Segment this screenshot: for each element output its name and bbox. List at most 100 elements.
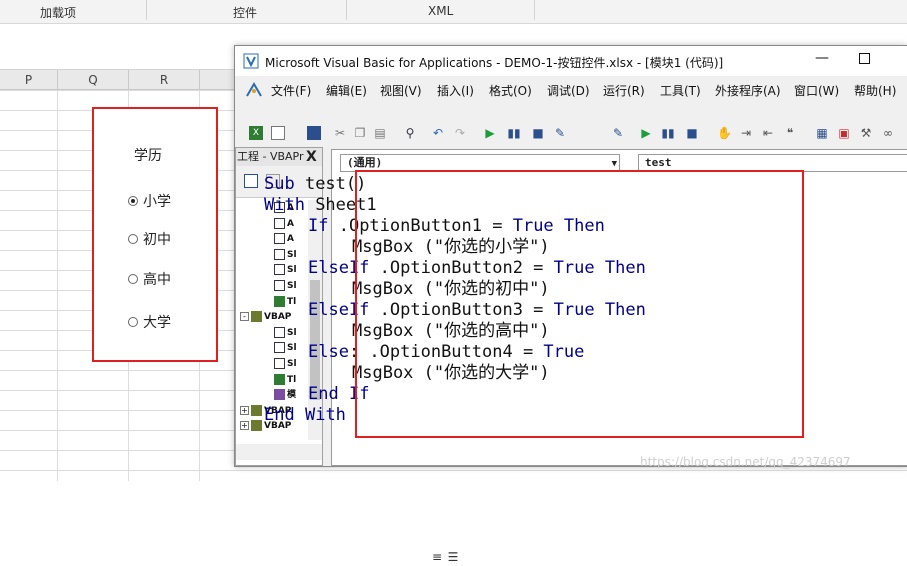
- outdent-icon[interactable]: ⇤: [761, 126, 775, 140]
- window-title: Microsoft Visual Basic for Applications …: [265, 56, 724, 70]
- expand-icon[interactable]: +: [240, 421, 249, 431]
- menu-window[interactable]: 窗口(W): [794, 82, 839, 99]
- project-tree-item[interactable]: Tl: [274, 372, 296, 388]
- option-button-primary[interactable]: 小学: [128, 191, 171, 211]
- project-tree-item[interactable]: - VBAP: [240, 309, 291, 325]
- comment-icon[interactable]: ❝: [783, 126, 797, 140]
- design-mode-icon[interactable]: ✎: [553, 126, 567, 140]
- project-explorer-title: 工程 - VBAPr X: [236, 148, 322, 166]
- project-tree[interactable]: A A A Sl Sl Sl Tl - VBAP Sl Sl Sl Tl 模 + VBAP + VBAP: [236, 200, 308, 440]
- ribbon-group-controls[interactable]: 控件: [233, 4, 257, 21]
- radio-icon[interactable]: [128, 317, 138, 327]
- project-tree-item[interactable]: Sl: [274, 247, 297, 263]
- break-icon[interactable]: ▮▮: [661, 126, 675, 140]
- procedure-view-icon[interactable]: ≡: [430, 550, 444, 564]
- option-label: 大学: [143, 315, 171, 331]
- run-icon[interactable]: ▶: [483, 126, 497, 140]
- project-horizontal-scrollbar[interactable]: [236, 444, 322, 460]
- full-module-view-icon[interactable]: ☰: [446, 550, 460, 564]
- minimize-button[interactable]: —: [815, 50, 829, 66]
- project-tree-label: A: [287, 234, 294, 245]
- radio-icon[interactable]: [128, 234, 138, 244]
- option-button-senior[interactable]: 高中: [128, 269, 171, 289]
- ribbon-divider: [534, 0, 535, 20]
- reset-icon[interactable]: ■: [685, 126, 699, 140]
- menu-help[interactable]: 帮助(H): [854, 82, 896, 99]
- project-tree-item[interactable]: Sl: [274, 356, 297, 372]
- project-tree-item[interactable]: Sl: [274, 262, 297, 278]
- option-label: 初中: [143, 232, 171, 248]
- menu-run[interactable]: 运行(R): [603, 82, 645, 99]
- workbook-icon: [274, 295, 285, 307]
- workbook-icon: [274, 373, 285, 385]
- menu-addins[interactable]: 外接程序(A): [715, 82, 781, 99]
- excel-view-icon[interactable]: X: [249, 126, 263, 140]
- project-close-button[interactable]: X: [306, 149, 317, 165]
- column-header-r[interactable]: R: [129, 70, 200, 90]
- sheet-icon: [274, 217, 285, 229]
- design-mode-icon[interactable]: ✎: [611, 126, 625, 140]
- collapse-icon[interactable]: -: [240, 312, 249, 322]
- radio-selected-icon[interactable]: [128, 196, 138, 206]
- project-tree-item[interactable]: A: [274, 216, 294, 232]
- project-tree-item[interactable]: 模: [274, 387, 296, 403]
- code-line[interactable]: End With: [264, 405, 346, 426]
- option-button-junior[interactable]: 初中: [128, 229, 171, 249]
- maximize-button[interactable]: [859, 53, 870, 64]
- ribbon-divider: [146, 0, 147, 20]
- break-icon[interactable]: ▮▮: [507, 126, 521, 140]
- run-icon[interactable]: ▶: [639, 126, 653, 140]
- ribbon-group-bar: 加载项 控件 XML: [0, 0, 907, 24]
- copy-icon[interactable]: ❐: [353, 126, 367, 140]
- toolbox-icon[interactable]: ⚒: [859, 126, 873, 140]
- redo-icon[interactable]: ↷: [453, 126, 467, 140]
- menu-debug[interactable]: 调试(D): [547, 82, 590, 99]
- undo-icon[interactable]: ↶: [431, 126, 445, 140]
- properties-icon[interactable]: ▦: [815, 126, 829, 140]
- vba-titlebar[interactable]: Microsoft Visual Basic for Applications …: [235, 46, 907, 76]
- menu-file[interactable]: 文件(F): [271, 82, 311, 99]
- project-tree-item[interactable]: Sl: [274, 278, 297, 294]
- menu-view[interactable]: 视图(V): [380, 82, 422, 99]
- project-tree-item[interactable]: Sl: [274, 325, 297, 341]
- find-icon[interactable]: ⚲: [403, 126, 417, 140]
- column-header-p[interactable]: P: [0, 70, 58, 90]
- indent-icon[interactable]: ⇥: [739, 126, 753, 140]
- ribbon-group-addins[interactable]: 加载项: [40, 4, 76, 21]
- column-header-q[interactable]: Q: [58, 70, 129, 90]
- menu-tools[interactable]: 工具(T): [660, 82, 701, 99]
- insert-userform-icon[interactable]: [271, 126, 285, 140]
- project-tree-label: Tl: [287, 374, 297, 385]
- view-code-icon[interactable]: [244, 174, 258, 188]
- project-tree-label: A: [287, 218, 294, 229]
- grid-line: [57, 90, 58, 481]
- vba-menu-icon[interactable]: [245, 82, 263, 98]
- radio-icon[interactable]: [128, 274, 138, 284]
- paste-icon[interactable]: ▤: [373, 126, 387, 140]
- code-line[interactable]: Sub test(): [264, 174, 366, 195]
- option-group-highlight: 学历 小学 初中 高中 大学: [92, 107, 218, 362]
- menu-format[interactable]: 格式(O): [489, 82, 532, 99]
- cut-icon[interactable]: ✂: [333, 126, 347, 140]
- ribbon-divider: [346, 0, 347, 20]
- sheet-icon: [274, 233, 285, 245]
- menu-edit[interactable]: 编辑(E): [326, 82, 367, 99]
- expand-icon[interactable]: +: [240, 405, 249, 415]
- project-icon: [251, 311, 262, 323]
- option-button-university[interactable]: 大学: [128, 312, 171, 332]
- save-icon[interactable]: [307, 126, 321, 140]
- project-tree-item[interactable]: Tl: [274, 294, 296, 310]
- toggle-breakpoint-icon[interactable]: ✋: [717, 126, 732, 140]
- object-browser-icon[interactable]: ▣: [837, 126, 851, 140]
- code-keyword: End: [264, 405, 295, 425]
- project-tree-item[interactable]: Sl: [274, 340, 297, 356]
- scroll-thumb[interactable]: [310, 280, 320, 400]
- menu-insert[interactable]: 插入(I): [437, 82, 474, 99]
- reset-icon[interactable]: ■: [531, 126, 545, 140]
- project-tree-label: Sl: [287, 265, 297, 276]
- project-tree-item[interactable]: A: [274, 231, 294, 247]
- bookmark-icon[interactable]: ∞: [881, 126, 895, 140]
- project-tree-label: Sl: [287, 249, 297, 260]
- ribbon-group-xml[interactable]: XML: [428, 4, 453, 18]
